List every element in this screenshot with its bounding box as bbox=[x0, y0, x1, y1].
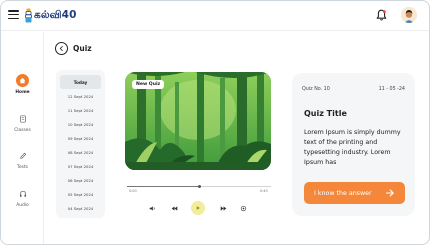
avatar-icon bbox=[401, 7, 417, 23]
bell-icon[interactable] bbox=[376, 9, 387, 21]
sidebar-item-classes[interactable]: Classes bbox=[1, 112, 44, 133]
fast-forward-icon[interactable] bbox=[217, 201, 229, 215]
sidebar-item-label: Classes bbox=[14, 128, 31, 133]
sidebar: Home Classes Tests Audio bbox=[1, 32, 44, 244]
date-item[interactable]: 12 Sept 2024 bbox=[60, 89, 101, 103]
app-logo[interactable]: கல்வி40 bbox=[25, 8, 77, 23]
sidebar-item-home[interactable]: Home bbox=[1, 74, 44, 95]
date-item[interactable]: 06 Sept 2024 bbox=[60, 173, 101, 187]
home-icon bbox=[16, 74, 29, 87]
rewind-icon[interactable] bbox=[168, 201, 180, 215]
progress-handle[interactable] bbox=[197, 184, 201, 188]
settings-icon[interactable] bbox=[237, 201, 249, 215]
know-answer-label: I know the answer bbox=[314, 189, 372, 197]
quiz-card: Quiz No. 10 11 - 05 -24 Quiz Title Lorem… bbox=[292, 73, 415, 216]
quiz-number: Quiz No. 10 bbox=[302, 87, 330, 92]
logo-text: கல்வி40 bbox=[34, 9, 77, 21]
arrow-right-icon bbox=[385, 189, 394, 197]
current-time: 0:00 bbox=[129, 189, 137, 193]
back-arrow-icon bbox=[59, 45, 63, 52]
play-icon bbox=[196, 206, 200, 210]
date-item[interactable]: 11 Sept 2024 bbox=[60, 103, 101, 117]
headphones-icon bbox=[16, 187, 29, 200]
sidebar-item-tests[interactable]: Tests bbox=[1, 149, 44, 170]
date-item[interactable]: 07 Sept 2024 bbox=[60, 159, 101, 173]
hamburger-icon[interactable] bbox=[8, 10, 19, 20]
date-item[interactable]: 09 Sept 2024 bbox=[60, 131, 101, 145]
book-icon bbox=[16, 112, 29, 125]
video-player[interactable]: New Quiz bbox=[125, 72, 271, 170]
pencil-icon bbox=[16, 149, 29, 162]
date-item[interactable]: 05 Sept 2024 bbox=[60, 187, 101, 201]
user-avatar[interactable] bbox=[401, 7, 417, 23]
sidebar-item-label: Home bbox=[15, 90, 30, 95]
app-window: கல்வி40 Home Classes Tests Audio Quiz To… bbox=[0, 0, 430, 245]
sidebar-item-audio[interactable]: Audio bbox=[1, 187, 44, 208]
back-button[interactable] bbox=[55, 42, 68, 55]
know-answer-button[interactable]: I know the answer bbox=[304, 182, 405, 204]
date-item[interactable]: 10 Sept 2024 bbox=[60, 117, 101, 131]
page-title: Quiz bbox=[73, 44, 92, 53]
play-button[interactable] bbox=[191, 201, 205, 215]
quiz-date: 11 - 05 -24 bbox=[378, 87, 405, 92]
player-controls bbox=[146, 201, 251, 215]
volume-icon[interactable] bbox=[146, 201, 158, 215]
duration-time: 0:40 bbox=[260, 189, 268, 193]
logo-icon bbox=[25, 8, 32, 23]
new-quiz-badge: New Quiz bbox=[132, 80, 165, 89]
sidebar-item-label: Audio bbox=[16, 203, 29, 208]
date-list: Today 12 Sept 2024 11 Sept 2024 10 Sept … bbox=[56, 70, 105, 218]
sidebar-item-label: Tests bbox=[17, 165, 28, 170]
quiz-title: Quiz Title bbox=[304, 109, 347, 118]
progress-fill bbox=[127, 186, 199, 187]
progress-track[interactable] bbox=[127, 184, 271, 188]
date-item-today[interactable]: Today bbox=[60, 75, 101, 89]
date-item[interactable]: 08 Sept 2024 bbox=[60, 145, 101, 159]
quiz-body: Lorem Ipsum is simply dummy text of the … bbox=[304, 129, 401, 166]
top-bar: கல்வி40 bbox=[1, 1, 429, 31]
date-item[interactable]: 04 Sept 2024 bbox=[60, 201, 101, 215]
